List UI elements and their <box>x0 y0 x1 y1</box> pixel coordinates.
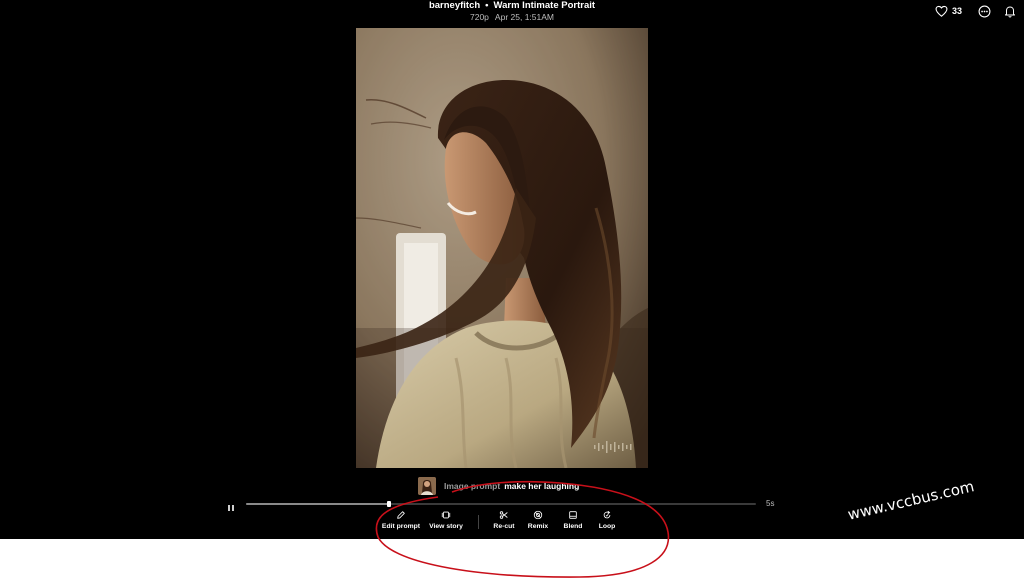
prompt-label: Image prompt <box>444 481 501 491</box>
page-bottom-area <box>0 539 1024 579</box>
prompt-row: Image prompt make her laughing <box>418 476 579 496</box>
heart-icon <box>935 5 948 17</box>
progress-handle[interactable] <box>386 501 391 507</box>
video-frame <box>356 28 648 468</box>
progress-fill <box>246 503 389 505</box>
video-title: Warm Intimate Portrait <box>493 0 596 11</box>
more-icon <box>978 5 991 17</box>
loop-icon <box>603 510 611 519</box>
notifications-button[interactable] <box>1004 5 1016 18</box>
pause-icon <box>228 505 234 511</box>
prompt-image-thumbnail[interactable] <box>418 477 436 495</box>
tool-label: Loop <box>598 523 616 530</box>
like-button[interactable]: 33 <box>935 5 962 17</box>
pause-button[interactable] <box>226 500 236 511</box>
audio-waveform <box>594 441 632 453</box>
tool-label: Edit prompt <box>381 523 421 530</box>
progress-bar[interactable] <box>246 501 756 507</box>
view-story-button[interactable]: View story <box>416 510 476 530</box>
bell-icon <box>1005 6 1015 18</box>
created-date: Apr 25, 1:51AM <box>494 12 554 22</box>
video-player[interactable] <box>356 28 648 468</box>
more-options-button[interactable] <box>978 5 991 18</box>
tool-label: View story <box>429 523 463 530</box>
like-count: 33 <box>951 6 962 16</box>
resolution-label: 720p <box>470 12 489 22</box>
duration-label: 5s <box>766 499 775 508</box>
pencil-icon <box>397 511 405 519</box>
remix-icon <box>533 510 543 520</box>
author-name[interactable]: barneyfitch <box>429 0 480 11</box>
story-icon <box>441 511 451 519</box>
watermark-text: www.vccbus.com <box>845 477 976 524</box>
top-actions: 33 <box>935 4 1016 18</box>
video-viewer: barneyfitch • Warm Intimate Portrait 720p A… <box>0 0 1024 539</box>
portrait-thumbnail-image <box>418 477 436 495</box>
title-separator: • <box>485 0 489 11</box>
video-meta: 720p Apr 25, 1:51AM <box>0 12 1024 22</box>
loop-button[interactable]: Loop <box>577 510 637 530</box>
prompt-text: make her laughing <box>504 481 580 491</box>
toolbar-divider <box>478 515 479 529</box>
post-title-line: barneyfitch • Warm Intimate Portrait <box>0 0 1024 11</box>
